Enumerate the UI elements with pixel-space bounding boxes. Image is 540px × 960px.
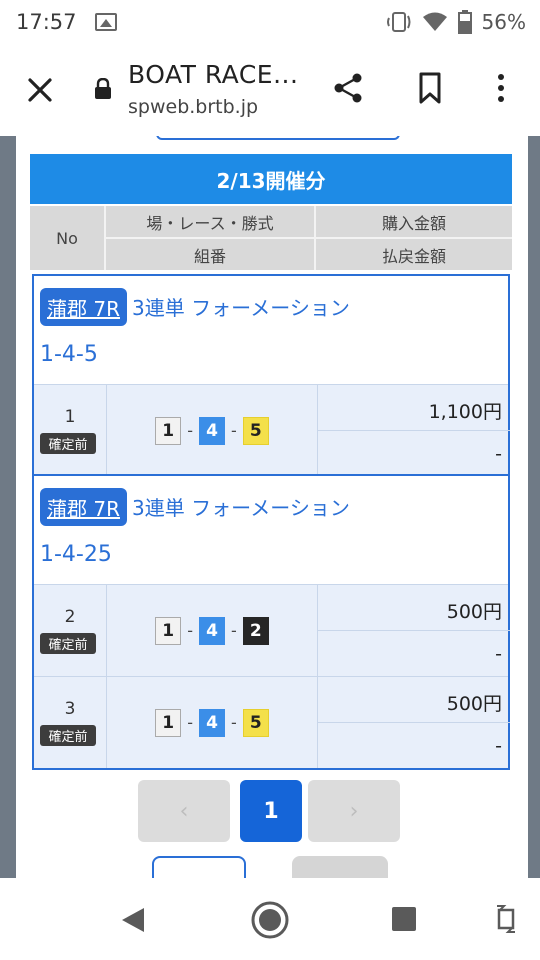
header-no: No bbox=[56, 228, 78, 248]
battery-percent: 56% bbox=[481, 10, 526, 34]
separator: - bbox=[187, 621, 193, 640]
table-row: 1 確定前 1 - 4 - 5 1,100円 - bbox=[34, 384, 510, 476]
no-cell: 3 確定前 bbox=[34, 677, 106, 768]
combination-cell: 1 - 4 - 5 bbox=[106, 385, 318, 476]
separator: - bbox=[231, 713, 237, 732]
previous-button-edge[interactable] bbox=[156, 136, 400, 140]
ticket-card: 蒲郡 7R 3連単 フォーメーション 1-4-25 2 確定前 1 - 4 - … bbox=[32, 474, 510, 770]
table-row: 2 確定前 1 - 4 - 2 500円 - bbox=[34, 584, 510, 676]
payout-amount: - bbox=[495, 443, 502, 465]
photo-notification-icon bbox=[94, 13, 117, 31]
purchase-amount: 1,100円 bbox=[318, 385, 510, 431]
payout-amount: - bbox=[495, 735, 502, 757]
table-row: 3 確定前 1 - 4 - 5 500円 - bbox=[34, 676, 510, 768]
boat-number: 2 bbox=[242, 616, 269, 645]
status-time: 17:57 bbox=[16, 10, 77, 34]
ticket-header: 蒲郡 7R 3連単 フォーメーション 1-4-5 bbox=[34, 276, 508, 384]
separator: - bbox=[187, 713, 193, 732]
row-number: 1 bbox=[64, 407, 76, 427]
combination-title: 1-4-5 bbox=[40, 342, 98, 367]
boat-number: 4 bbox=[199, 416, 225, 445]
venue-race-link[interactable]: 蒲郡 7R bbox=[40, 488, 127, 526]
home-icon[interactable] bbox=[250, 900, 290, 940]
recent-apps-icon[interactable] bbox=[392, 907, 416, 931]
combination-title: 1-4-25 bbox=[40, 542, 112, 567]
status-badge: 確定前 bbox=[40, 725, 96, 746]
boat-number: 5 bbox=[242, 416, 269, 445]
back-icon[interactable] bbox=[120, 906, 146, 934]
bet-type: 3連単 フォーメーション bbox=[132, 296, 350, 320]
status-bar: 17:57 56% bbox=[0, 0, 540, 44]
boat-number: 1 bbox=[155, 616, 182, 645]
boat-number: 4 bbox=[199, 616, 225, 645]
purchase-amount: 500円 bbox=[318, 677, 510, 723]
browser-toolbar: BOAT RACE... spweb.brtb.jp bbox=[0, 44, 540, 136]
combination-cell: 1 - 4 - 2 bbox=[106, 585, 318, 676]
no-cell: 2 確定前 bbox=[34, 585, 106, 676]
close-icon[interactable] bbox=[22, 72, 58, 108]
system-nav-bar bbox=[0, 878, 540, 960]
purchase-amount: 500円 bbox=[318, 585, 510, 631]
prev-page-button[interactable]: ‹ bbox=[138, 780, 230, 842]
page-1-button[interactable]: 1 bbox=[240, 780, 302, 842]
row-number: 2 bbox=[64, 607, 76, 627]
more-vert-icon[interactable] bbox=[486, 70, 516, 106]
lock-icon bbox=[95, 78, 111, 99]
date-header: 2/13開催分 bbox=[30, 154, 512, 204]
header-race: 場・レース・勝式 bbox=[146, 213, 274, 233]
payout-amount: - bbox=[495, 643, 502, 665]
combination-cell: 1 - 4 - 5 bbox=[106, 677, 318, 768]
boat-number: 5 bbox=[242, 708, 269, 737]
boat-number: 1 bbox=[155, 416, 182, 445]
wifi-icon bbox=[422, 12, 447, 31]
bet-type: 3連単 フォーメーション bbox=[132, 496, 350, 520]
bet-history-panel: 2/13開催分 No 場・レース・勝式 購入金額 組番 払戻金額 蒲郡 7R 3… bbox=[16, 136, 528, 878]
status-badge: 確定前 bbox=[40, 433, 96, 454]
separator: - bbox=[231, 421, 237, 440]
outline-button[interactable] bbox=[152, 856, 246, 878]
venue-race-link[interactable]: 蒲郡 7R bbox=[40, 288, 127, 326]
rotate-icon[interactable] bbox=[494, 904, 518, 934]
boat-number: 1 bbox=[155, 708, 182, 737]
battery-icon bbox=[457, 10, 472, 34]
next-page-button[interactable]: › bbox=[308, 780, 400, 842]
separator: - bbox=[187, 421, 193, 440]
nfc-icon bbox=[386, 12, 411, 32]
row-number: 3 bbox=[64, 699, 76, 719]
bookmark-icon[interactable] bbox=[412, 70, 448, 106]
status-badge: 確定前 bbox=[40, 633, 96, 654]
separator: - bbox=[231, 621, 237, 640]
header-combination: 組番 bbox=[193, 246, 226, 266]
status-icons: 56% bbox=[386, 9, 526, 35]
ticket-card: 蒲郡 7R 3連単 フォーメーション 1-4-5 1 確定前 1 - 4 - 5… bbox=[32, 274, 510, 478]
site-title: BOAT RACE... bbox=[128, 60, 299, 89]
ticket-header: 蒲郡 7R 3連単 フォーメーション 1-4-25 bbox=[34, 476, 508, 584]
share-icon[interactable] bbox=[330, 70, 366, 106]
header-amount: 購入金額 bbox=[381, 213, 446, 233]
no-cell: 1 確定前 bbox=[34, 385, 106, 476]
site-url: spweb.brtb.jp bbox=[128, 96, 259, 118]
header-payout: 払戻金額 bbox=[381, 246, 446, 266]
disabled-button[interactable] bbox=[292, 856, 388, 878]
table-header: No 場・レース・勝式 購入金額 組番 払戻金額 bbox=[30, 206, 512, 270]
boat-number: 4 bbox=[199, 708, 225, 737]
